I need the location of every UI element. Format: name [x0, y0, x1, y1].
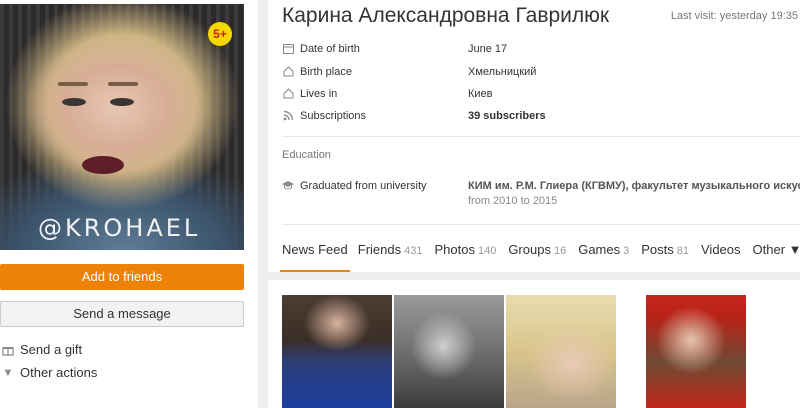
triangle-down-icon: ▼	[2, 366, 14, 379]
info-row-birth-place: Birth place	[282, 64, 352, 80]
info-value-birth-place[interactable]: Хмельницкий	[468, 66, 536, 78]
rss-icon	[282, 110, 294, 122]
avatar-detail	[108, 82, 138, 86]
graduation-cap-icon	[282, 180, 294, 192]
house-icon	[282, 88, 294, 100]
other-actions-link[interactable]: ▼ Other actions	[2, 365, 98, 380]
photo-thumbnail[interactable]	[282, 295, 392, 408]
tab-other[interactable]: Other ▼	[753, 236, 800, 272]
tab-news-feed[interactable]: News Feed	[280, 236, 350, 272]
avatar-detail	[82, 156, 124, 174]
profile-name: Карина Александровна Гаврилюк	[282, 4, 610, 27]
tab-friends[interactable]: Friends 431	[358, 236, 423, 272]
photo-thumbnail[interactable]	[646, 295, 746, 408]
divider	[282, 136, 800, 137]
info-value-lives-in[interactable]: Киев	[468, 88, 493, 100]
house-icon	[282, 66, 294, 78]
education-years: from 2010 to 2015	[468, 195, 558, 207]
other-actions-label: Other actions	[20, 365, 98, 380]
send-message-button[interactable]: Send a message	[0, 301, 244, 327]
education-section-title: Education	[282, 149, 331, 161]
age-rating-badge: 5+	[208, 22, 232, 46]
info-label: Subscriptions	[300, 110, 367, 122]
tab-groups[interactable]: Groups 16	[508, 236, 566, 272]
info-label: Graduated from university	[300, 180, 427, 192]
avatar-watermark: @KROHAEL	[38, 214, 201, 242]
info-value-subscriptions[interactable]: 39 subscribers	[468, 110, 546, 122]
info-value-date-of-birth: June 17	[468, 43, 508, 55]
left-column: 5+ @KROHAEL Add to friends Send a messag…	[0, 0, 258, 408]
gift-icon	[2, 344, 14, 356]
info-row-lives-in: Lives in	[282, 86, 337, 102]
tab-videos[interactable]: Videos	[701, 236, 741, 272]
info-row-date-of-birth: Date of birth	[282, 41, 360, 57]
education-university-link[interactable]: КИМ им. Р.М. Глиера (КГВМУ), факультет м…	[468, 180, 800, 192]
tab-games[interactable]: Games 3	[578, 236, 629, 272]
last-visit-text: Last visit: yesterday 19:35	[670, 10, 798, 22]
avatar-detail	[58, 82, 88, 86]
send-gift-link[interactable]: Send a gift	[2, 342, 82, 357]
add-to-friends-button[interactable]: Add to friends	[0, 264, 244, 290]
divider	[282, 224, 800, 225]
profile-avatar[interactable]: 5+ @KROHAEL	[0, 4, 244, 250]
info-row-education: Graduated from university	[282, 178, 427, 194]
avatar-detail	[110, 98, 134, 106]
send-gift-label: Send a gift	[20, 342, 83, 357]
info-label: Date of birth	[300, 43, 360, 55]
photo-thumbnail[interactable]	[394, 295, 504, 408]
calendar-icon	[282, 43, 294, 55]
info-row-subscriptions: Subscriptions	[282, 108, 366, 124]
info-label: Birth place	[300, 66, 352, 78]
profile-info-card: Карина Александровна Гаврилюк Last visit…	[268, 0, 800, 272]
profile-tabs: News Feed Friends 431 Photos 140 Groups 16 …	[280, 236, 800, 272]
tab-photos[interactable]: Photos 140	[434, 236, 496, 272]
tab-posts[interactable]: Posts 81	[641, 236, 689, 272]
photo-thumbnail[interactable]	[506, 295, 616, 408]
avatar-detail	[62, 98, 86, 106]
info-label: Lives in	[300, 88, 338, 100]
photos-strip	[268, 280, 800, 408]
